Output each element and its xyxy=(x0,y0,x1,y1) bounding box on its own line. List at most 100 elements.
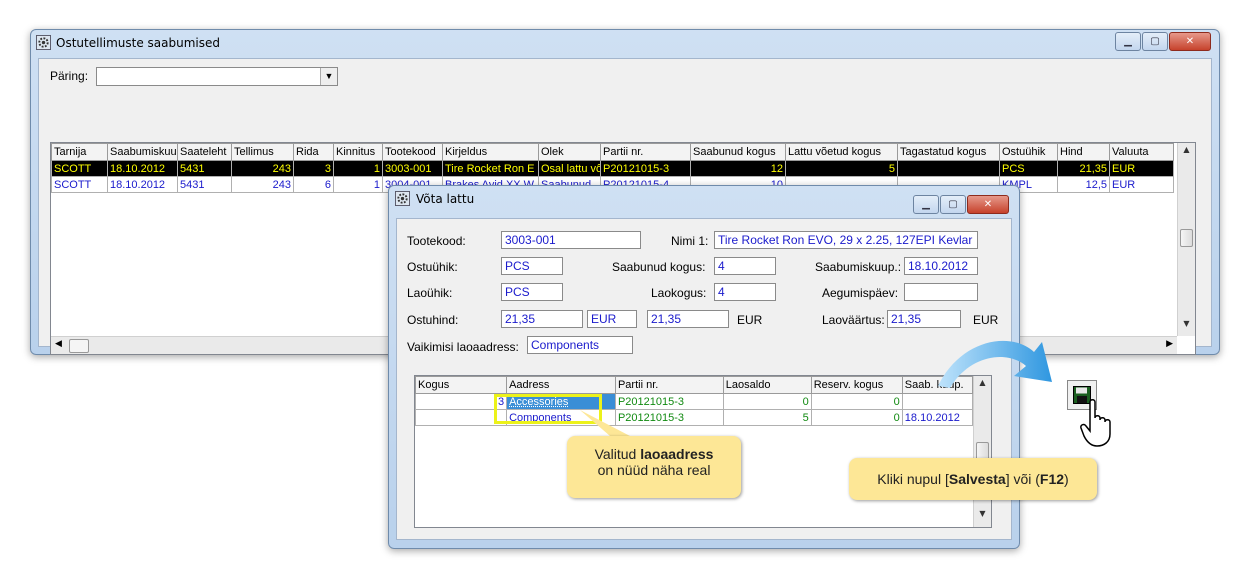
dialog-minimize-button[interactable]: ▁ xyxy=(913,195,939,214)
tootekood-label: Tootekood: xyxy=(407,234,466,248)
table-cell[interactable]: Osal lattu vô xyxy=(538,160,601,177)
laovaartus-field[interactable]: 21,35 xyxy=(887,310,961,328)
main-window-title: Ostutellimuste saabumised xyxy=(56,36,221,50)
maximize-button[interactable]: ▢ xyxy=(1142,32,1168,51)
column-header[interactable]: Saateleht xyxy=(177,143,232,161)
address-column-header[interactable]: Laosaldo xyxy=(722,376,812,394)
address-scroll-down-arrow-icon[interactable]: ▼ xyxy=(974,509,991,523)
table-cell[interactable]: 12 xyxy=(690,160,786,177)
tootekood-field[interactable]: 3003-001 xyxy=(501,231,641,249)
column-header[interactable]: Tarnija xyxy=(51,143,108,161)
column-header[interactable]: Kinnitus xyxy=(333,143,383,161)
main-window-titlebar[interactable]: Ostutellimuste saabumised ▁ ▢ ✕ xyxy=(31,30,1219,56)
column-header[interactable]: Tootekood xyxy=(382,143,443,161)
currency-label-3: EUR xyxy=(973,313,999,327)
scroll-left-arrow-icon[interactable]: ◀ xyxy=(55,339,62,349)
column-header[interactable]: Tellimus xyxy=(231,143,294,161)
saabumiskuup-field[interactable]: 18.10.2012 xyxy=(904,257,978,275)
vaikimisi-label: Vaikimisi laoaadress: xyxy=(407,340,519,354)
dialog-maximize-button[interactable]: ▢ xyxy=(940,195,966,214)
table-row[interactable]: SCOTT 18.10.2012 5431 243 3 1 3003-001 Tire Roc… xyxy=(51,160,1174,177)
aegumispaev-field[interactable] xyxy=(904,283,978,301)
table-cell[interactable]: 5431 xyxy=(177,176,232,193)
address-cell[interactable]: 18.10.2012 xyxy=(901,409,974,426)
saabunud-field[interactable]: 4 xyxy=(714,257,776,275)
vaikimisi-field[interactable]: Components xyxy=(527,336,633,354)
address-cell[interactable]: 3 xyxy=(415,393,508,410)
aegumispaev-label: Aegumispäev: xyxy=(822,286,899,300)
table-cell[interactable]: 21,35 xyxy=(1057,160,1110,177)
app-gear-icon xyxy=(36,35,51,50)
laokogus-label: Laokogus: xyxy=(651,286,707,300)
dialog-close-button[interactable]: ✕ xyxy=(967,195,1009,214)
table-cell[interactable]: P20121015-3 xyxy=(600,160,691,177)
chevron-down-icon[interactable]: ▼ xyxy=(320,68,337,85)
laouhik-label: Laoühik: xyxy=(407,286,453,300)
column-header[interactable]: Ostuühik xyxy=(999,143,1058,161)
laokogus-field[interactable]: 4 xyxy=(714,283,776,301)
column-header[interactable]: Olek xyxy=(538,143,601,161)
table-cell[interactable]: 243 xyxy=(231,176,294,193)
address-cell[interactable]: 5 xyxy=(722,409,812,426)
scroll-up-arrow-icon[interactable]: ▲ xyxy=(1178,145,1195,159)
table-cell[interactable]: EUR xyxy=(1109,176,1174,193)
table-cell[interactable]: EUR xyxy=(1109,160,1174,177)
column-header[interactable]: Valuuta xyxy=(1109,143,1174,161)
address-cell[interactable] xyxy=(415,409,508,426)
query-select[interactable]: ▼ xyxy=(96,67,338,86)
address-cell[interactable]: 0 xyxy=(722,393,812,410)
table-cell[interactable]: 243 xyxy=(231,160,294,177)
nimi-field[interactable]: Tire Rocket Ron EVO, 29 x 2.25, 127EPI K… xyxy=(714,231,978,249)
table-cell[interactable]: 3 xyxy=(293,160,334,177)
column-header[interactable]: Lattu võetud kogus xyxy=(785,143,898,161)
laouhik-field[interactable]: PCS xyxy=(501,283,563,301)
close-button[interactable]: ✕ xyxy=(1169,32,1211,51)
table-cell[interactable]: 5 xyxy=(785,160,898,177)
column-header[interactable]: Hind xyxy=(1057,143,1110,161)
nimi-label: Nimi 1: xyxy=(671,234,709,248)
column-header[interactable]: Tagastatud kogus xyxy=(897,143,1000,161)
dialog-gear-icon xyxy=(395,191,410,206)
address-cell[interactable]: 0 xyxy=(810,393,903,410)
currency-field[interactable]: EUR xyxy=(587,310,637,328)
table-cell[interactable]: 6 xyxy=(293,176,334,193)
table-cell[interactable]: 12,5 xyxy=(1057,176,1110,193)
table-cell[interactable]: SCOTT xyxy=(51,176,108,193)
currency-label-2: EUR xyxy=(737,313,763,327)
dialog-titlebar[interactable]: Võta lattu ▁ ▢ ✕ xyxy=(389,186,1019,214)
table-cell[interactable]: 5431 xyxy=(177,160,232,177)
scroll-thumb[interactable] xyxy=(1180,229,1193,247)
query-label: Päring: xyxy=(50,69,89,83)
ostuhind-converted-field[interactable]: 21,35 xyxy=(647,310,729,328)
horizontal-scroll-thumb[interactable] xyxy=(69,339,89,353)
column-header[interactable]: Saabunud kogus xyxy=(690,143,786,161)
minimize-button[interactable]: ▁ xyxy=(1115,32,1141,51)
ostuuhik-field[interactable]: PCS xyxy=(501,257,563,275)
table-cell[interactable]: 18.10.2012 xyxy=(107,160,178,177)
table-cell[interactable]: SCOTT xyxy=(51,160,108,177)
address-column-header[interactable]: Kogus xyxy=(415,376,508,394)
address-cell[interactable]: 0 xyxy=(810,409,903,426)
curved-arrow-icon xyxy=(938,340,1052,388)
table-cell[interactable]: 18.10.2012 xyxy=(107,176,178,193)
callout-save-hint: Kliki nupul [Salvesta] või (F12) xyxy=(849,458,1097,500)
address-column-header[interactable]: Aadress xyxy=(506,376,616,394)
grid-vertical-scrollbar[interactable]: ▲ ▼ xyxy=(1177,143,1195,336)
column-header[interactable]: Saabumiskuu xyxy=(107,143,178,161)
table-cell[interactable]: PCS xyxy=(999,160,1058,177)
dialog-title: Võta lattu xyxy=(416,192,475,206)
scroll-right-arrow-icon[interactable]: ▶ xyxy=(1166,339,1173,349)
ostuhind-field[interactable]: 21,35 xyxy=(501,310,583,328)
table-cell[interactable]: 3003-001 xyxy=(382,160,443,177)
table-cell[interactable]: 1 xyxy=(333,160,383,177)
ostuuhik-label: Ostuühik: xyxy=(407,260,458,274)
address-column-header[interactable]: Reserv. kogus xyxy=(810,376,903,394)
column-header[interactable]: Rida xyxy=(293,143,334,161)
table-cell[interactable]: Tire Rocket Ron E xyxy=(442,160,539,177)
address-column-header[interactable]: Partii nr. xyxy=(614,376,724,394)
column-header[interactable]: Partii nr. xyxy=(600,143,691,161)
table-cell[interactable]: 1 xyxy=(333,176,383,193)
scroll-down-arrow-icon[interactable]: ▼ xyxy=(1178,319,1195,333)
column-header[interactable]: Kirjeldus xyxy=(442,143,539,161)
table-cell[interactable] xyxy=(897,160,1000,177)
